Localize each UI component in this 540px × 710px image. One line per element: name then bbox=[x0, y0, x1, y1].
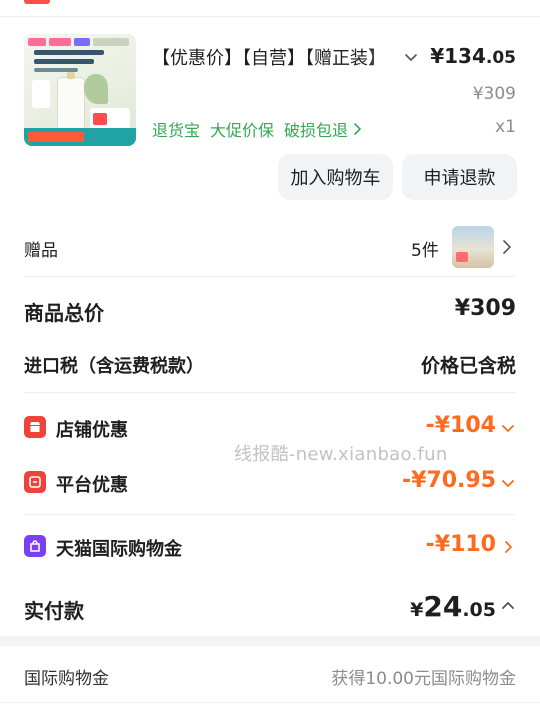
product-thumbnail[interactable] bbox=[24, 34, 136, 146]
thumbnail-badge bbox=[32, 80, 50, 108]
price-main: ¥134 bbox=[430, 44, 486, 68]
product-quantity: x1 bbox=[495, 117, 516, 137]
product-tube-image bbox=[58, 72, 84, 132]
intl-credit-value: 获得10.00元国际购物金 bbox=[331, 669, 516, 689]
product-title[interactable]: 【优惠价】【自营】【赠正装】 bbox=[152, 44, 398, 70]
watermark-text: 线报酷-new.xianbao.fun bbox=[234, 444, 448, 465]
request-refund-button[interactable]: 申请退款 bbox=[402, 154, 517, 200]
chevron-down-icon[interactable] bbox=[500, 475, 516, 491]
add-to-cart-button[interactable]: 加入购物车 bbox=[278, 154, 393, 200]
payment-amount-decimal: .05 bbox=[462, 599, 496, 621]
service-tag: 大促价保 bbox=[210, 121, 275, 140]
shop-discount-label: 店铺优惠 bbox=[56, 420, 128, 441]
chevron-up-icon[interactable] bbox=[500, 598, 516, 614]
shopping-bag-icon bbox=[24, 535, 46, 557]
actual-payment-value: ¥24.05 bbox=[410, 590, 496, 623]
tmall-credit-label: 天猫国际购物金 bbox=[56, 539, 182, 560]
total-label: 商品总价 bbox=[24, 301, 104, 325]
thumbnail-banner bbox=[24, 128, 136, 146]
divider bbox=[24, 276, 516, 277]
payment-amount-main: 24 bbox=[423, 590, 463, 623]
gift-label: 赠品 bbox=[24, 241, 58, 261]
tax-label: 进口税（含运费税款） bbox=[24, 356, 204, 377]
shop-icon bbox=[24, 416, 46, 438]
service-tag: 退货宝 bbox=[152, 121, 201, 140]
divider bbox=[0, 702, 540, 703]
chevron-down-icon[interactable] bbox=[402, 48, 420, 66]
platform-discount-label: 平台优惠 bbox=[56, 475, 128, 496]
original-price: ¥309 bbox=[472, 84, 516, 104]
chevron-right-icon[interactable] bbox=[500, 539, 516, 555]
thumbnail-text bbox=[34, 50, 104, 55]
tax-value: 价格已含税 bbox=[420, 355, 516, 377]
thumbnail-tag-strip bbox=[28, 38, 132, 46]
divider bbox=[24, 392, 516, 393]
top-tag bbox=[24, 0, 50, 4]
price-decimal: .05 bbox=[485, 48, 516, 68]
section-separator bbox=[0, 636, 540, 646]
tmall-credit-value[interactable]: -¥110 bbox=[426, 532, 496, 557]
gift-thumbnail[interactable] bbox=[452, 226, 494, 268]
total-value: ¥309 bbox=[454, 296, 516, 321]
chevron-down-icon[interactable] bbox=[500, 420, 516, 436]
top-divider bbox=[0, 16, 540, 17]
leaf-decoration bbox=[84, 74, 108, 104]
service-tag: 破损包退 bbox=[284, 121, 349, 140]
thumbnail-text bbox=[34, 59, 94, 64]
thumbnail-promo-card bbox=[90, 108, 130, 130]
payment-currency: ¥ bbox=[410, 599, 424, 621]
product-price: ¥134.05 bbox=[430, 44, 516, 68]
platform-discount-value[interactable]: -¥70.95 bbox=[402, 468, 496, 493]
service-tags[interactable]: 退货宝 大促价保 破损包退 bbox=[152, 117, 362, 141]
actual-payment-label: 实付款 bbox=[24, 599, 84, 623]
chevron-right-icon[interactable] bbox=[500, 238, 514, 256]
platform-icon bbox=[24, 471, 46, 493]
intl-credit-label: 国际购物金 bbox=[24, 669, 109, 689]
chevron-right-icon bbox=[354, 123, 361, 135]
shop-discount-value[interactable]: -¥104 bbox=[426, 413, 496, 438]
divider bbox=[24, 514, 516, 515]
gift-count[interactable]: 5件 bbox=[411, 236, 439, 261]
